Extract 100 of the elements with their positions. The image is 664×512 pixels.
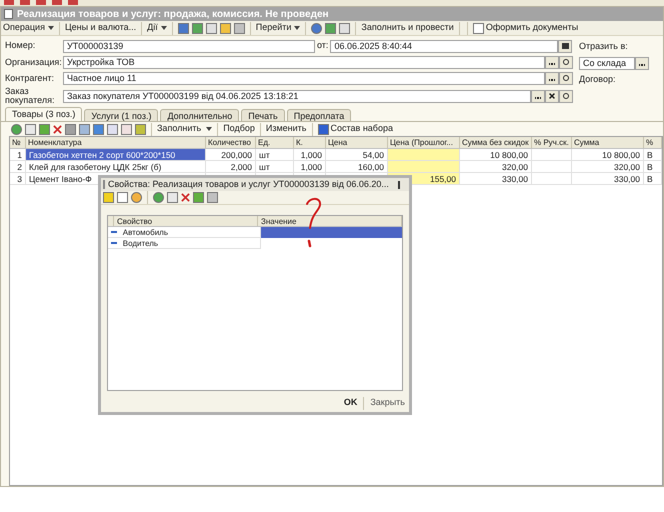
dialog-button[interactable]: OK bbox=[344, 396, 358, 410]
table-cell: 2,000 bbox=[206, 161, 256, 172]
menu-button[interactable]: Цены и валюта... bbox=[64, 21, 136, 35]
toolbar-icon[interactable] bbox=[192, 22, 203, 34]
column-header[interactable]: % Руч.ск. bbox=[532, 137, 572, 148]
column-header[interactable]: Цена (Прошлог... bbox=[388, 137, 460, 148]
caret-icon bbox=[206, 127, 212, 131]
toolbar-button[interactable]: Подбор bbox=[223, 122, 255, 136]
field-label: Организация: bbox=[5, 58, 63, 66]
column-header[interactable]: Цена bbox=[326, 137, 388, 148]
set-icon[interactable] bbox=[318, 124, 328, 134]
toolbar-icon[interactable] bbox=[311, 22, 322, 34]
search-button[interactable] bbox=[559, 56, 573, 68]
column-header[interactable]: Сумма bbox=[572, 137, 644, 148]
tab[interactable]: Печать bbox=[241, 109, 285, 121]
menu-button[interactable]: Заполнить и провести bbox=[361, 21, 454, 35]
table-cell: 2 bbox=[10, 161, 26, 172]
toolbar-icon[interactable] bbox=[339, 22, 350, 34]
dialog-button[interactable]: Закрыть bbox=[370, 396, 405, 410]
select-button[interactable] bbox=[545, 72, 559, 84]
table-cell: Клей для газобетону ЦДК 25кг (б) bbox=[26, 161, 206, 172]
pencil-icon[interactable] bbox=[39, 124, 50, 134]
toolbar-button[interactable]: Заполнить bbox=[157, 122, 212, 136]
tab[interactable]: Предоплата bbox=[286, 109, 352, 121]
select-button[interactable] bbox=[531, 90, 545, 102]
input-field[interactable]: Заказ покупателя УТ000003199 від 04.06.2025 13:18:21 bbox=[63, 90, 531, 102]
caret-icon bbox=[160, 26, 167, 30]
number-field[interactable]: УТ000003139 bbox=[63, 40, 315, 52]
search-icon bbox=[563, 75, 569, 81]
search-icon bbox=[563, 59, 569, 65]
toolbar-icon[interactable] bbox=[65, 124, 76, 134]
clear-icon bbox=[549, 93, 555, 99]
field-label: Договор: bbox=[579, 72, 616, 86]
column-header[interactable]: Ед. bbox=[256, 137, 294, 148]
calendar-button[interactable] bbox=[558, 40, 572, 52]
tab[interactable]: Дополнительно bbox=[160, 109, 240, 121]
table-cell: шт bbox=[256, 161, 294, 172]
toolbar-icon[interactable] bbox=[220, 22, 231, 34]
question-mark-drawing bbox=[304, 196, 324, 248]
document-icon[interactable] bbox=[472, 22, 484, 34]
select-field[interactable]: Со склада bbox=[579, 56, 635, 70]
add-icon[interactable] bbox=[11, 124, 22, 134]
column-header[interactable]: К. bbox=[294, 137, 326, 148]
select-button[interactable] bbox=[635, 56, 649, 70]
table-cell: 1,000 bbox=[294, 161, 326, 172]
column-header[interactable]: Значение bbox=[258, 216, 402, 226]
table-cell: 3 bbox=[10, 173, 26, 184]
toolbar-icon[interactable] bbox=[206, 22, 217, 34]
table-cell: 10 800,00 bbox=[572, 149, 644, 160]
tab[interactable]: Услуги (1 поз.) bbox=[84, 109, 158, 121]
table-cell: шт bbox=[256, 149, 294, 160]
toolbar-button[interactable]: Изменить bbox=[266, 122, 306, 136]
sort-icon[interactable] bbox=[121, 124, 132, 134]
input-field[interactable]: Укрстройка ТОВ bbox=[63, 56, 545, 68]
field-label: Заказ покупателя: bbox=[5, 87, 56, 105]
toolbar-icon[interactable] bbox=[234, 22, 245, 34]
select-button[interactable] bbox=[545, 56, 559, 68]
table-cell: 10 800,00 bbox=[460, 149, 532, 160]
menu-button[interactable]: Операция bbox=[3, 21, 54, 35]
save-icon[interactable] bbox=[103, 192, 114, 203]
column-header[interactable]: % bbox=[644, 137, 662, 148]
search-button[interactable] bbox=[559, 72, 573, 84]
window-title: Реализация товаров и услуг: продажа, комиссия. Не проведен bbox=[17, 8, 329, 22]
column-header[interactable]: Сумма без скидок bbox=[460, 137, 532, 148]
table-cell: 1,000 bbox=[294, 149, 326, 160]
table-cell: В bbox=[644, 149, 662, 160]
column-header[interactable]: Количество bbox=[206, 137, 256, 148]
date-field[interactable]: 06.06.2025 8:40:44 bbox=[330, 40, 558, 52]
input-field[interactable]: Частное лицо 11 bbox=[63, 72, 545, 84]
toolbar-icon[interactable] bbox=[178, 22, 189, 34]
add-icon[interactable] bbox=[153, 192, 164, 203]
help-icon[interactable] bbox=[131, 192, 142, 203]
field-label: Контрагент: bbox=[5, 74, 56, 82]
caret-icon bbox=[48, 26, 54, 30]
search-button[interactable] bbox=[559, 90, 573, 102]
document-icon bbox=[4, 9, 13, 19]
delete-icon[interactable] bbox=[53, 124, 62, 134]
document-icon[interactable] bbox=[117, 192, 128, 203]
toolbar-icon[interactable] bbox=[325, 22, 336, 34]
copy-icon[interactable] bbox=[167, 192, 178, 203]
value-cell[interactable] bbox=[260, 226, 402, 238]
column-header[interactable]: № bbox=[10, 137, 26, 148]
menu-button[interactable]: Дії bbox=[147, 21, 167, 35]
table-cell: 330,00 bbox=[572, 173, 644, 184]
delete-icon[interactable] bbox=[181, 193, 190, 202]
table-cell: 330,00 bbox=[460, 173, 532, 184]
clear-button[interactable] bbox=[545, 90, 559, 102]
menu-button[interactable]: Перейти bbox=[256, 21, 300, 35]
toolbar-icon[interactable] bbox=[135, 124, 146, 134]
toolbar-icon[interactable] bbox=[207, 192, 218, 203]
field-label: Отразить в: bbox=[579, 40, 629, 53]
column-header[interactable]: Номенклатура bbox=[26, 137, 206, 148]
field-label: от: bbox=[317, 39, 328, 52]
sort-icon[interactable] bbox=[107, 124, 118, 134]
column-header[interactable]: Свойство bbox=[114, 216, 258, 226]
table-cell: 320,00 bbox=[572, 161, 644, 172]
documents-button[interactable]: Оформить документы bbox=[472, 21, 578, 35]
copy-icon[interactable] bbox=[25, 124, 36, 134]
toolbar-button[interactable]: Состав набора bbox=[318, 122, 393, 136]
tab[interactable]: Товары (3 поз.) bbox=[5, 107, 82, 121]
